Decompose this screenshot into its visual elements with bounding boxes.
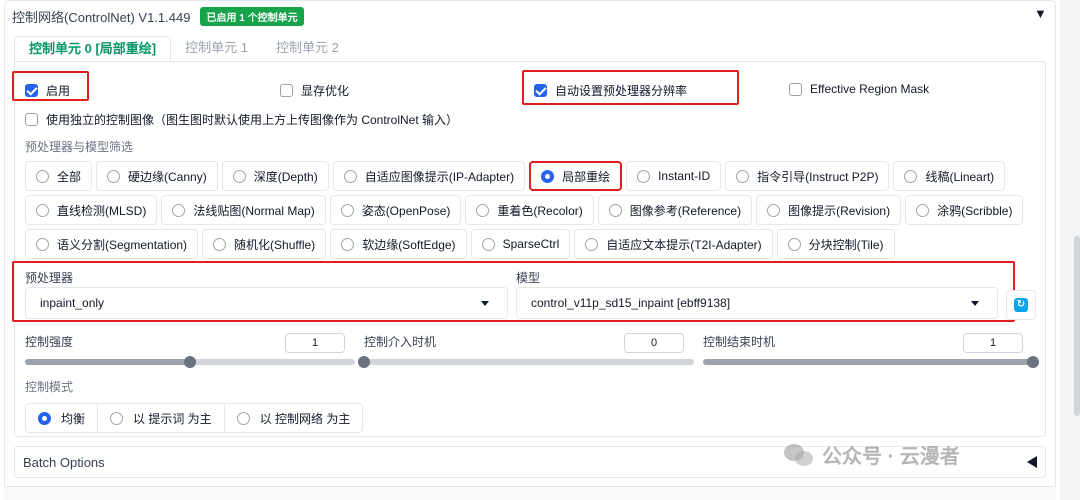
filter-option[interactable]: 软边缘(SoftEdge) xyxy=(330,229,467,259)
collapse-icon[interactable]: ▼ xyxy=(1034,6,1047,21)
filter-option[interactable]: 图像参考(Reference) xyxy=(597,195,753,225)
enabled-units-badge: 已启用 1 个控制单元 xyxy=(200,6,304,26)
filter-option[interactable]: Instant-ID xyxy=(626,161,722,191)
control-mode-balanced[interactable]: 均衡 xyxy=(25,403,99,433)
model-label: 模型 xyxy=(516,271,541,285)
chevron-down-icon xyxy=(481,301,489,306)
filter-option[interactable]: 深度(Depth) xyxy=(221,161,329,191)
highlight-pixel-perfect xyxy=(522,70,739,105)
filter-option[interactable]: 直线检测(MLSD) xyxy=(25,195,158,225)
filter-option[interactable]: 图像提示(Revision) xyxy=(756,195,902,225)
filter-option[interactable]: 重着色(Recolor) xyxy=(465,195,594,225)
end-input[interactable]: 1 xyxy=(963,333,1023,353)
control-mode-prompt[interactable]: 以 提示词 为主 xyxy=(98,403,225,433)
bottom-edge xyxy=(4,486,1056,500)
filter-option[interactable]: 全部 xyxy=(25,161,93,191)
weight-input[interactable]: 1 xyxy=(285,333,345,353)
filter-option-selected[interactable]: 局部重绘 xyxy=(529,161,623,191)
batch-options-label: Batch Options xyxy=(23,454,105,470)
slider-handle[interactable] xyxy=(358,356,370,368)
filter-row-1: 全部 硬边缘(Canny) 深度(Depth) 自适应图像提示(IP-Adapt… xyxy=(25,161,1006,191)
checkbox-unchecked-icon xyxy=(280,84,293,97)
model-value: control_v11p_sd15_inpaint [ebff9138] xyxy=(531,296,731,310)
filter-label: 预处理器与模型筛选 xyxy=(25,140,134,154)
checkbox-unchecked-icon xyxy=(789,82,802,96)
end-label: 控制结束时机 xyxy=(703,335,776,349)
slider-handle[interactable] xyxy=(1027,356,1039,368)
highlight-enable xyxy=(12,71,89,101)
filter-option[interactable]: 随机化(Shuffle) xyxy=(202,229,327,259)
watermark: 公众号 · 云漫者 xyxy=(784,440,960,469)
filter-option[interactable]: 自适应文本提示(T2I-Adapter) xyxy=(574,229,773,259)
end-slider-fill xyxy=(703,359,1033,365)
preprocessor-label: 预处理器 xyxy=(25,271,74,285)
independent-image-checkbox[interactable]: 使用独立的控制图像（图生图时默认使用上方上传图像作为 ControlNet 输入… xyxy=(25,111,458,128)
filter-option[interactable]: 语义分割(Segmentation) xyxy=(25,229,199,259)
independent-image-label: 使用独立的控制图像（图生图时默认使用上方上传图像作为 ControlNet 输入… xyxy=(46,113,459,127)
preprocessor-select[interactable]: inpaint_only xyxy=(25,287,508,319)
collapse-left-icon[interactable] xyxy=(1027,456,1037,468)
control-mode-label: 控制模式 xyxy=(25,380,74,394)
page-scrollbar[interactable] xyxy=(1060,0,1080,500)
weight-slider[interactable] xyxy=(25,356,355,368)
effective-region-mask-label: Effective Region Mask xyxy=(810,82,930,96)
preprocessor-value: inpaint_only xyxy=(40,296,105,310)
tab-unit-2[interactable]: 控制单元 2 xyxy=(262,36,353,62)
unit-tabs: 控制单元 0 [局部重绘] 控制单元 1 控制单元 2 xyxy=(14,36,353,62)
filter-option[interactable]: 法线贴图(Normal Map) xyxy=(161,195,326,225)
scrollbar-thumb[interactable] xyxy=(1074,236,1080,416)
controlnet-title: 控制网络(ControlNet) V1.1.449 xyxy=(12,9,191,25)
start-label: 控制介入时机 xyxy=(364,335,437,349)
start-input[interactable]: 0 xyxy=(624,333,684,353)
control-mode-controlnet[interactable]: 以 控制网络 为主 xyxy=(224,403,364,433)
watermark-text: 公众号 · 云漫者 xyxy=(822,446,960,468)
weight-slider-fill xyxy=(25,359,190,365)
filter-option[interactable]: 涂鸦(Scribble) xyxy=(905,195,1024,225)
filter-option[interactable]: 自适应图像提示(IP-Adapter) xyxy=(332,161,526,191)
controlnet-header[interactable]: 控制网络(ControlNet) V1.1.449 已启用 1 个控制单元 xyxy=(12,6,304,26)
tab-unit-1[interactable]: 控制单元 1 xyxy=(171,36,262,62)
filter-option[interactable]: 硬边缘(Canny) xyxy=(96,161,218,191)
chevron-down-icon xyxy=(971,301,979,306)
low-vram-checkbox[interactable]: 显存优化 xyxy=(280,82,349,99)
slider-handle[interactable] xyxy=(184,356,196,368)
weight-label: 控制强度 xyxy=(25,335,74,349)
wechat-icon xyxy=(784,442,814,468)
model-select[interactable]: control_v11p_sd15_inpaint [ebff9138] xyxy=(516,287,998,319)
low-vram-label: 显存优化 xyxy=(301,84,350,98)
filter-option[interactable]: 姿态(OpenPose) xyxy=(329,195,462,225)
end-slider[interactable] xyxy=(703,356,1039,368)
filter-option[interactable]: 线稿(Lineart) xyxy=(893,161,1006,191)
refresh-icon: ↻ xyxy=(1014,298,1028,312)
start-slider[interactable] xyxy=(358,356,694,368)
filter-option[interactable]: SparseCtrl xyxy=(470,229,571,259)
filter-option[interactable]: 指令引导(Instruct P2P) xyxy=(725,161,890,191)
tab-unit-0[interactable]: 控制单元 0 [局部重绘] xyxy=(14,36,172,62)
filter-row-3: 语义分割(Segmentation) 随机化(Shuffle) 软边缘(Soft… xyxy=(25,229,895,259)
filter-option[interactable]: 分块控制(Tile) xyxy=(776,229,895,259)
effective-region-mask-checkbox[interactable]: Effective Region Mask xyxy=(789,82,929,96)
checkbox-unchecked-icon xyxy=(25,113,38,126)
filter-row-2: 直线检测(MLSD) 法线贴图(Normal Map) 姿态(OpenPose)… xyxy=(25,195,1024,225)
refresh-models-button[interactable]: ↻ xyxy=(1006,290,1036,320)
control-mode-radio-group: 均衡 以 提示词 为主 以 控制网络 为主 xyxy=(25,403,364,433)
